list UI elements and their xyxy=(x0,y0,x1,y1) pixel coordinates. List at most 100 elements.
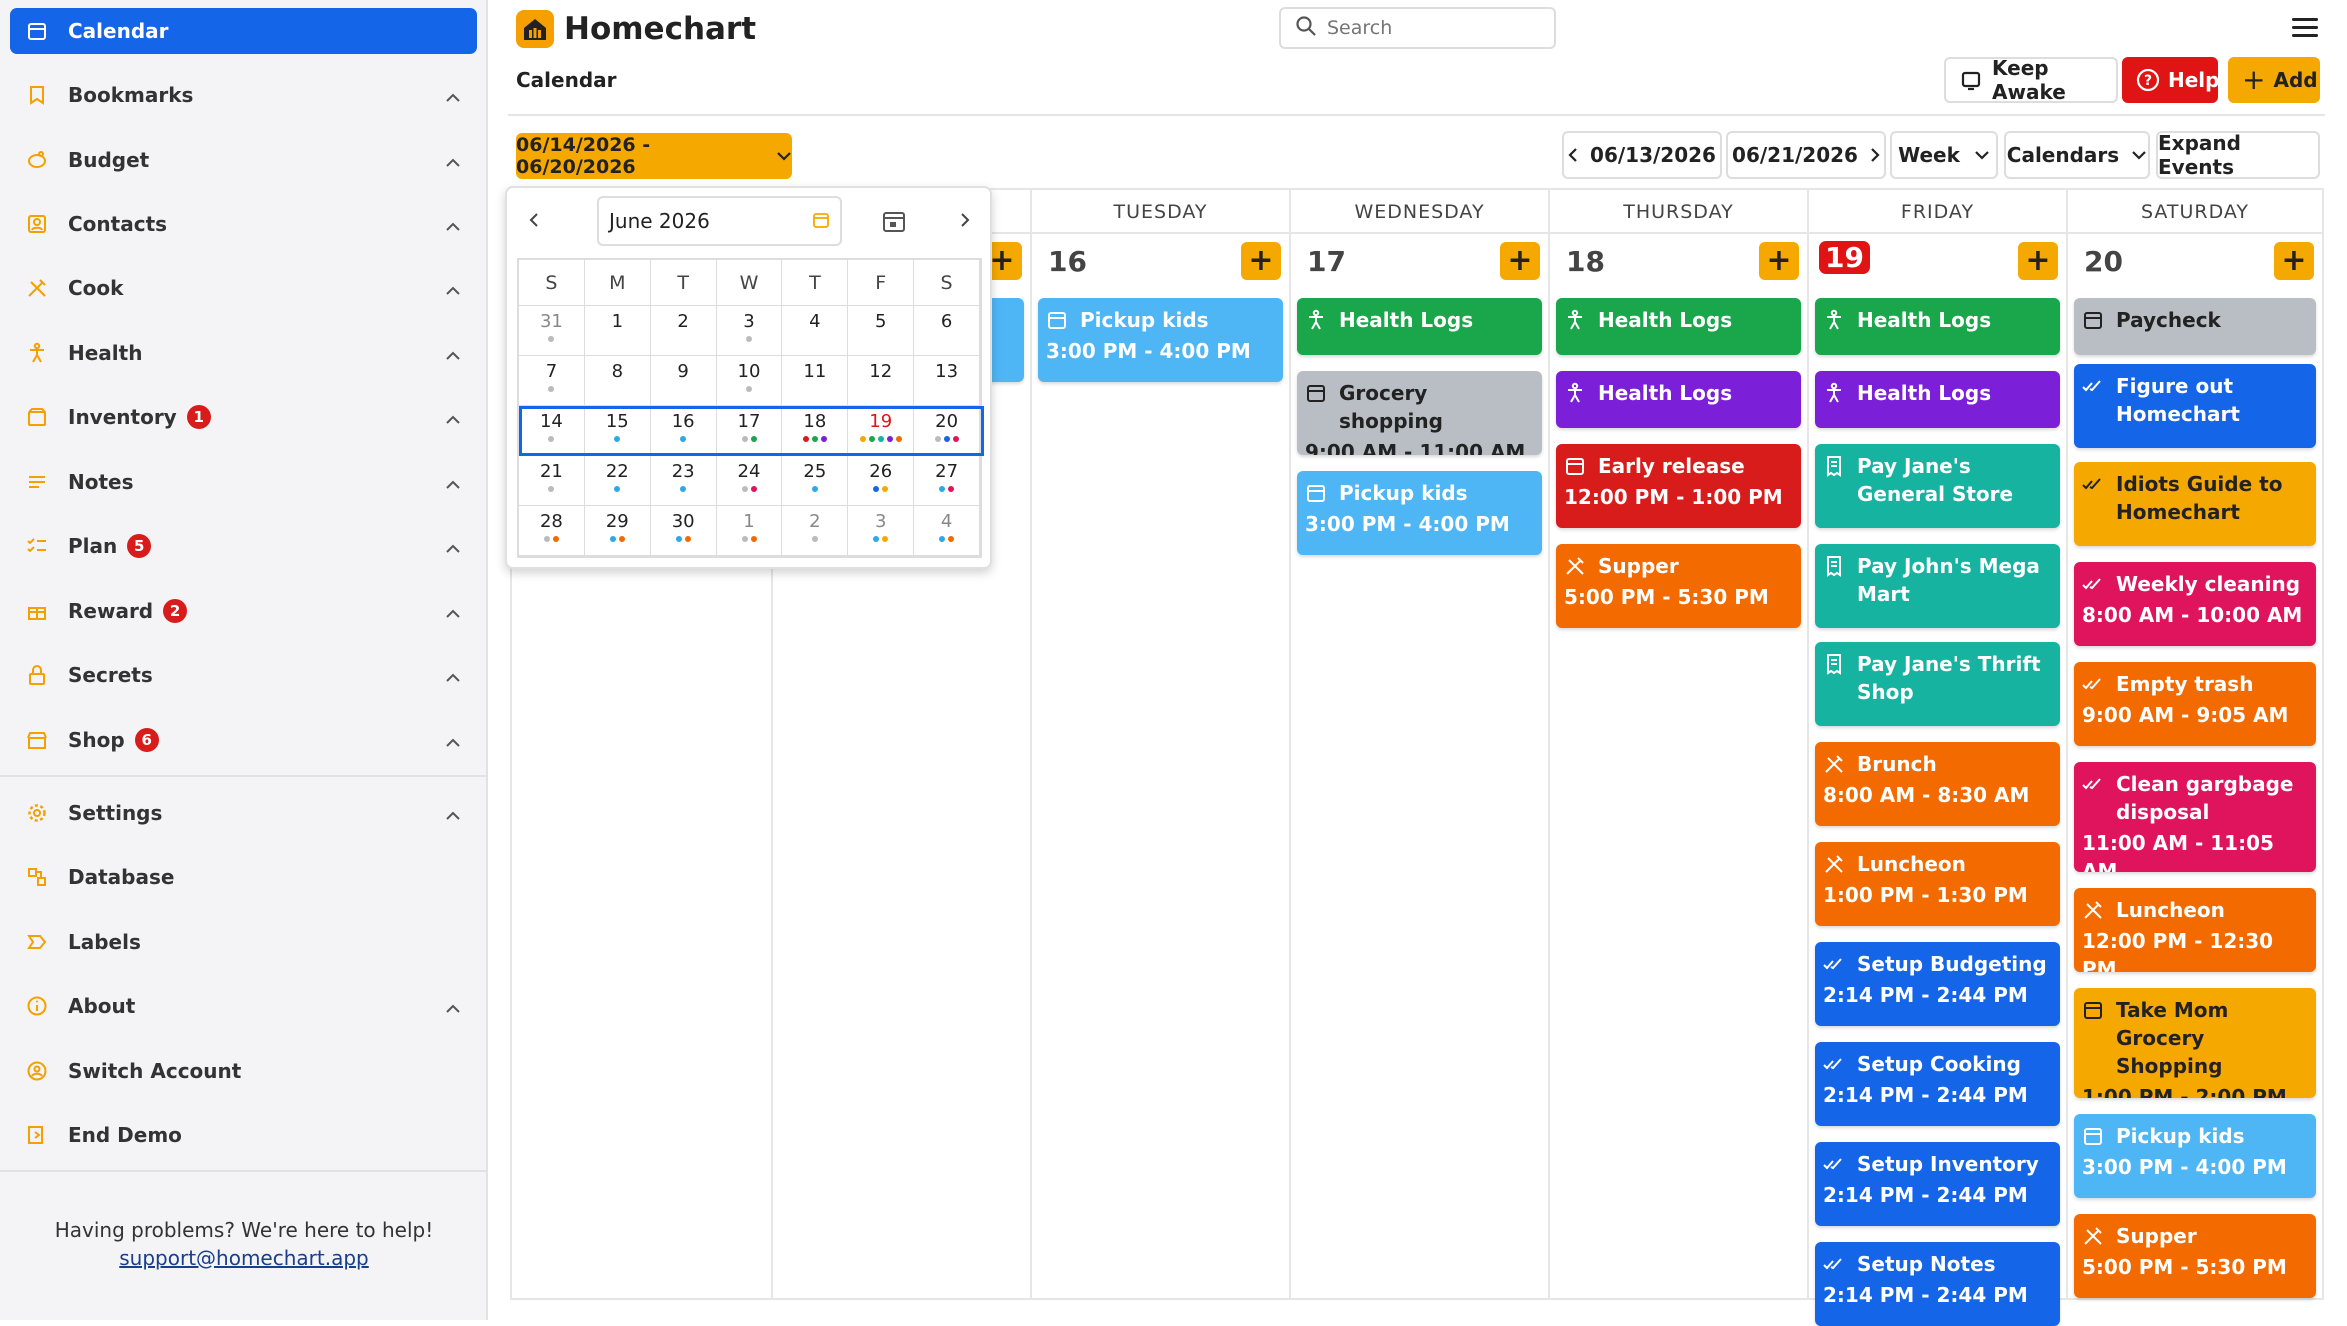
chevron-up-icon[interactable] xyxy=(445,471,461,495)
sidebar-item-cook[interactable]: Cook xyxy=(10,265,477,311)
sidebar-item-inventory[interactable]: Inventory 1 xyxy=(10,394,477,440)
sidebar-item-end-demo[interactable]: End Demo xyxy=(10,1112,477,1158)
day-cell[interactable]: 22 xyxy=(584,456,651,506)
day-cell[interactable]: 7 xyxy=(519,356,585,406)
chevron-up-icon[interactable] xyxy=(445,342,461,366)
sidebar-item-secrets[interactable]: Secrets xyxy=(10,652,477,698)
add-button[interactable]: + Add xyxy=(2228,57,2320,103)
day-cell[interactable]: 12 xyxy=(848,356,915,406)
add-event-button[interactable]: + xyxy=(2274,242,2314,280)
chevron-up-icon[interactable] xyxy=(445,406,461,430)
day-number[interactable]: 18 xyxy=(1566,245,1605,278)
event-card[interactable]: Figure out Homechart xyxy=(2074,364,2316,448)
day-cell[interactable]: 28 xyxy=(519,506,585,556)
event-card[interactable]: Supper 5:00 PM - 5:30 PM xyxy=(1556,544,1801,628)
day-cell[interactable]: 29 xyxy=(584,506,651,556)
day-number[interactable]: 16 xyxy=(1048,245,1087,278)
previous-week-button[interactable]: 06/13/2026 xyxy=(1562,131,1722,179)
sidebar-item-database[interactable]: Database xyxy=(10,854,477,900)
app-title[interactable]: Homechart xyxy=(516,10,756,48)
chevron-up-icon[interactable] xyxy=(445,664,461,688)
month-input[interactable]: June 2026 xyxy=(597,196,842,246)
add-event-button[interactable]: + xyxy=(1500,242,1540,280)
sidebar-item-shop[interactable]: Shop 6 xyxy=(10,717,477,763)
day-cell[interactable]: 8 xyxy=(584,356,651,406)
event-card[interactable]: Luncheon 1:00 PM - 1:30 PM xyxy=(1815,842,2060,926)
view-select[interactable]: Week xyxy=(1890,131,1998,179)
day-cell[interactable]: 11 xyxy=(782,356,849,406)
day-cell[interactable]: 14 xyxy=(519,406,585,456)
menu-icon[interactable] xyxy=(2292,18,2318,38)
event-card[interactable]: Health Logs xyxy=(1815,371,2060,428)
chevron-up-icon[interactable] xyxy=(445,277,461,301)
event-card[interactable]: Supper 5:00 PM - 5:30 PM xyxy=(2074,1214,2316,1298)
event-card[interactable]: Setup Notes 2:14 PM - 2:44 PM xyxy=(1815,1242,2060,1326)
add-event-button[interactable]: + xyxy=(1241,242,1281,280)
day-cell[interactable]: 23 xyxy=(650,456,717,506)
add-event-button[interactable]: + xyxy=(2018,242,2058,280)
sidebar-item-reward[interactable]: Reward 2 xyxy=(10,588,477,634)
event-card[interactable]: Health Logs xyxy=(1556,371,1801,428)
event-card[interactable]: Pickup kids 3:00 PM - 4:00 PM xyxy=(1297,471,1542,555)
sidebar-item-notes[interactable]: Notes xyxy=(10,459,477,505)
day-cell[interactable]: 5 xyxy=(848,306,915,356)
event-card[interactable]: Empty trash 9:00 AM - 9:05 AM xyxy=(2074,662,2316,746)
day-cell[interactable]: 3 xyxy=(716,306,783,356)
chevron-up-icon[interactable] xyxy=(445,84,461,108)
day-cell[interactable]: 27 xyxy=(914,456,981,506)
event-card[interactable]: Brunch 8:00 AM - 8:30 AM xyxy=(1815,742,2060,826)
event-card[interactable]: Health Logs xyxy=(1556,298,1801,355)
day-cell[interactable]: 24 xyxy=(716,456,783,506)
day-cell[interactable]: 18 xyxy=(782,406,849,456)
day-cell[interactable]: 10 xyxy=(716,356,783,406)
day-cell[interactable]: 4 xyxy=(782,306,849,356)
date-range-button[interactable]: 06/14/2026 - 06/20/2026 xyxy=(516,133,792,179)
calendars-select[interactable]: Calendars xyxy=(2004,131,2150,179)
event-card[interactable]: Health Logs xyxy=(1297,298,1542,355)
sidebar-item-settings[interactable]: Settings xyxy=(10,790,477,836)
day-cell[interactable]: 20 xyxy=(914,406,981,456)
search-input[interactable] xyxy=(1327,17,1527,39)
help-button[interactable]: ? Help xyxy=(2122,57,2219,103)
day-cell[interactable]: 1 xyxy=(716,506,783,556)
event-card[interactable]: Health Logs xyxy=(1815,298,2060,355)
chevron-up-icon[interactable] xyxy=(445,213,461,237)
support-email-link[interactable]: support@homechart.app xyxy=(0,1246,488,1270)
day-cell[interactable]: 2 xyxy=(650,306,717,356)
chevron-left-icon[interactable] xyxy=(529,212,539,228)
event-card[interactable]: Pay John's Mega Mart xyxy=(1815,544,2060,628)
event-card[interactable]: Pickup kids 3:00 PM - 4:00 PM xyxy=(2074,1114,2316,1198)
sidebar-item-budget[interactable]: Budget xyxy=(10,137,477,183)
day-number[interactable]: 20 xyxy=(2084,245,2123,278)
day-cell[interactable]: 2 xyxy=(782,506,849,556)
day-cell[interactable]: 19 xyxy=(848,406,915,456)
day-cell[interactable]: 26 xyxy=(848,456,915,506)
sidebar-item-about[interactable]: About xyxy=(10,983,477,1029)
chevron-up-icon[interactable] xyxy=(445,995,461,1019)
day-cell[interactable]: 4 xyxy=(914,506,981,556)
event-card[interactable]: Grocery shopping 9:00 AM - 11:00 AM xyxy=(1297,371,1542,455)
day-cell[interactable]: 25 xyxy=(782,456,849,506)
sidebar-item-bookmarks[interactable]: Bookmarks xyxy=(10,72,477,118)
sidebar-item-calendar[interactable]: Calendar xyxy=(10,8,477,54)
day-number[interactable]: 17 xyxy=(1307,245,1346,278)
day-cell[interactable]: 21 xyxy=(519,456,585,506)
day-cell[interactable]: 15 xyxy=(584,406,651,456)
event-card[interactable]: Pay Jane's Thrift Shop xyxy=(1815,642,2060,726)
chevron-up-icon[interactable] xyxy=(445,600,461,624)
day-cell[interactable]: 1 xyxy=(584,306,651,356)
expand-events-button[interactable]: Expand Events xyxy=(2156,131,2320,179)
day-cell[interactable]: 3 xyxy=(848,506,915,556)
chevron-up-icon[interactable] xyxy=(445,729,461,753)
event-card[interactable]: Clean gargbage disposal 11:00 AM - 11:05 … xyxy=(2074,762,2316,872)
chevron-up-icon[interactable] xyxy=(445,535,461,559)
day-cell[interactable]: 9 xyxy=(650,356,717,406)
event-card[interactable]: Pay Jane's General Store xyxy=(1815,444,2060,528)
keep-awake-button[interactable]: Keep Awake xyxy=(1944,56,2118,104)
chevron-right-icon[interactable] xyxy=(960,212,970,228)
event-card[interactable]: Setup Budgeting 2:14 PM - 2:44 PM xyxy=(1815,942,2060,1026)
event-card[interactable]: Pickup kids 3:00 PM - 4:00 PM xyxy=(1038,298,1283,382)
sidebar-item-labels[interactable]: Labels xyxy=(10,919,477,965)
sidebar-item-contacts[interactable]: Contacts xyxy=(10,201,477,247)
day-cell[interactable]: 16 xyxy=(650,406,717,456)
